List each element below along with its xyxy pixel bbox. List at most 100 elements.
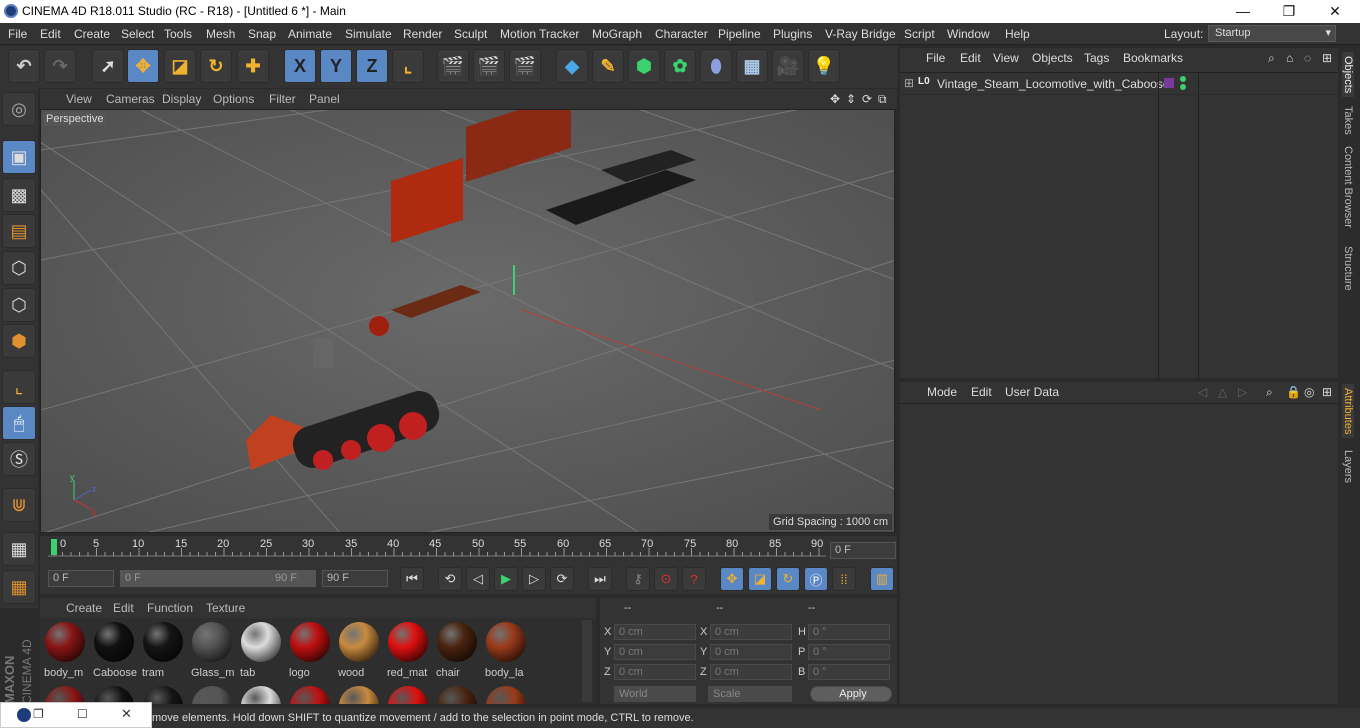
subdivision-button[interactable]: ⬢ <box>628 49 660 83</box>
play-button[interactable]: ▶ <box>494 567 518 591</box>
tab-layers[interactable]: Layers <box>1342 450 1354 483</box>
z-axis-button[interactable]: Z <box>356 49 388 83</box>
menu-edit[interactable]: Edit <box>40 27 61 41</box>
undo-button[interactable]: ↶ <box>8 49 40 83</box>
viewport-move-icon[interactable]: ✥ <box>830 92 840 106</box>
home-icon[interactable]: ⌂ <box>1286 51 1293 65</box>
coord-value-field[interactable]: 0 cm <box>614 624 696 640</box>
object-menu-edit[interactable]: Edit <box>960 51 981 65</box>
tab-content-browser[interactable]: Content Browser <box>1342 146 1354 228</box>
axis-mode-button[interactable]: ⌞ <box>2 370 36 404</box>
y-axis-button[interactable]: Y <box>320 49 352 83</box>
viewport-maximize-icon[interactable]: ⧉ <box>878 92 887 107</box>
new-window-icon[interactable]: ⊞ <box>1322 51 1332 65</box>
viewport-menu-display[interactable]: Display <box>162 92 201 106</box>
light-button[interactable]: 💡 <box>808 49 840 83</box>
tweak-mode-button[interactable]: 🖱 <box>2 406 36 440</box>
material-swatch[interactable] <box>91 684 137 704</box>
key-parameter-button[interactable]: Ⓟ <box>804 567 828 591</box>
material-swatch[interactable]: red_mat <box>385 620 431 684</box>
material-swatch[interactable] <box>287 684 333 704</box>
playhead-marker[interactable] <box>51 539 57 555</box>
coordinate-system-button[interactable]: ⌞ <box>392 49 424 83</box>
object-name[interactable]: Vintage_Steam_Locomotive_with_Caboose <box>937 77 1170 91</box>
prev-key-button[interactable]: ⟲ <box>438 567 462 591</box>
material-swatch[interactable] <box>42 684 88 704</box>
expand-icon[interactable]: ⊞ <box>904 76 914 90</box>
eye-icon[interactable]: ◌ <box>1304 51 1311 65</box>
viewport-rotate-icon[interactable]: ⟳ <box>862 92 872 106</box>
apply-button[interactable]: Apply <box>810 686 892 702</box>
prev-frame-button[interactable]: ◁ <box>466 567 490 591</box>
render-visibility-dot[interactable] <box>1180 84 1186 90</box>
camera-button[interactable]: 🎥 <box>772 49 804 83</box>
viewport-menu-view[interactable]: View <box>66 92 92 106</box>
coord-value-field[interactable]: 0 cm <box>710 624 792 640</box>
deformer-button[interactable]: ⬮ <box>700 49 732 83</box>
object-menu-tags[interactable]: Tags <box>1084 51 1109 65</box>
object-menu-bookmarks[interactable]: Bookmarks <box>1123 51 1183 65</box>
menu-vray-bridge[interactable]: V-Ray Bridge <box>825 27 896 41</box>
forward-arrow-icon[interactable]: ▷ <box>1238 385 1247 399</box>
material-swatch[interactable]: Caboose <box>91 620 137 684</box>
menu-select[interactable]: Select <box>121 27 154 41</box>
floor-button[interactable]: ▦ <box>736 49 768 83</box>
material-swatch[interactable]: logo <box>287 620 333 684</box>
menu-pipeline[interactable]: Pipeline <box>718 27 761 41</box>
transform-tool-button[interactable]: ✚ <box>237 49 269 83</box>
menu-help[interactable]: Help <box>1005 27 1030 41</box>
up-arrow-icon[interactable]: △ <box>1218 385 1227 399</box>
tab-objects[interactable]: Objects <box>1342 52 1354 98</box>
current-frame-field[interactable]: 0 F <box>830 542 896 559</box>
viewport-menu-cameras[interactable]: Cameras <box>106 92 155 106</box>
material-scrollbar[interactable] <box>582 620 592 702</box>
editor-visibility-dot[interactable] <box>1180 76 1186 82</box>
frame-range-slider[interactable]: 0 F 90 F <box>120 570 316 587</box>
end-frame-field[interactable]: 90 F <box>322 570 388 587</box>
next-frame-button[interactable]: ▷ <box>522 567 546 591</box>
tab-takes[interactable]: Takes <box>1342 106 1354 135</box>
render-view-button[interactable]: 🎬 <box>437 49 469 83</box>
coord-value-field[interactable]: 0 ° <box>808 624 890 640</box>
polygons-mode-button[interactable]: ⬢ <box>2 324 36 358</box>
lock-workplane-button[interactable]: ▦ <box>2 532 36 566</box>
layer-color-icon[interactable] <box>1164 78 1174 88</box>
key-rotation-button[interactable]: ↻ <box>776 567 800 591</box>
viewport-menu-filter[interactable]: Filter <box>269 92 296 106</box>
material-menu-create[interactable]: Create <box>66 601 102 615</box>
scale-tool-button[interactable]: ◪ <box>164 49 196 83</box>
search-icon[interactable]: ⌕ <box>1266 385 1273 400</box>
tab-structure[interactable]: Structure <box>1342 246 1354 291</box>
layout-select[interactable]: Startup ▾ <box>1208 25 1336 42</box>
menu-animate[interactable]: Animate <box>288 27 332 41</box>
timeline-window-button[interactable]: ▥ <box>870 567 894 591</box>
object-row[interactable]: ⊞ L0 Vintage_Steam_Locomotive_with_Caboo… <box>900 73 1338 95</box>
snap-button[interactable]: Ⓢ <box>2 442 36 476</box>
material-menu-function[interactable]: Function <box>147 601 193 615</box>
attr-menu-user-data[interactable]: User Data <box>1005 385 1059 399</box>
material-swatch[interactable]: Glass_m <box>189 620 235 684</box>
menu-sculpt[interactable]: Sculpt <box>454 27 487 41</box>
menu-script[interactable]: Script <box>904 27 935 41</box>
target-icon[interactable]: ◎ <box>1304 385 1314 399</box>
taskbar-preview[interactable]: ❐ ☐ ✕ <box>0 702 152 728</box>
texture-mode-button[interactable]: ▩ <box>2 178 36 212</box>
maximize-button[interactable]: ❐ <box>1266 0 1312 23</box>
viewport-menu-panel[interactable]: Panel <box>309 92 340 106</box>
timeline-ruler[interactable]: 0 5 10 15 20 25 30 35 40 45 50 55 60 65 … <box>40 536 897 564</box>
edges-mode-button[interactable]: ⬡ <box>2 288 36 322</box>
material-swatch[interactable] <box>385 684 431 704</box>
back-arrow-icon[interactable]: ◁ <box>1198 385 1207 399</box>
material-menu-texture[interactable]: Texture <box>206 601 245 615</box>
record-keys-button[interactable]: ⚷ <box>626 567 650 591</box>
lock-icon[interactable]: 🔒 <box>1286 385 1301 399</box>
attr-menu-mode[interactable]: Mode <box>927 385 957 399</box>
goto-end-button[interactable]: ⏭ <box>588 567 612 591</box>
minimize-button[interactable]: — <box>1220 0 1266 23</box>
x-axis-button[interactable]: X <box>284 49 316 83</box>
move-tool-button[interactable]: ✥ <box>127 49 159 83</box>
coord-value-field[interactable]: 0 cm <box>614 664 696 680</box>
menu-file[interactable]: File <box>8 27 27 41</box>
restore-icon[interactable]: ❐ <box>33 707 44 721</box>
key-position-button[interactable]: ✥ <box>720 567 744 591</box>
